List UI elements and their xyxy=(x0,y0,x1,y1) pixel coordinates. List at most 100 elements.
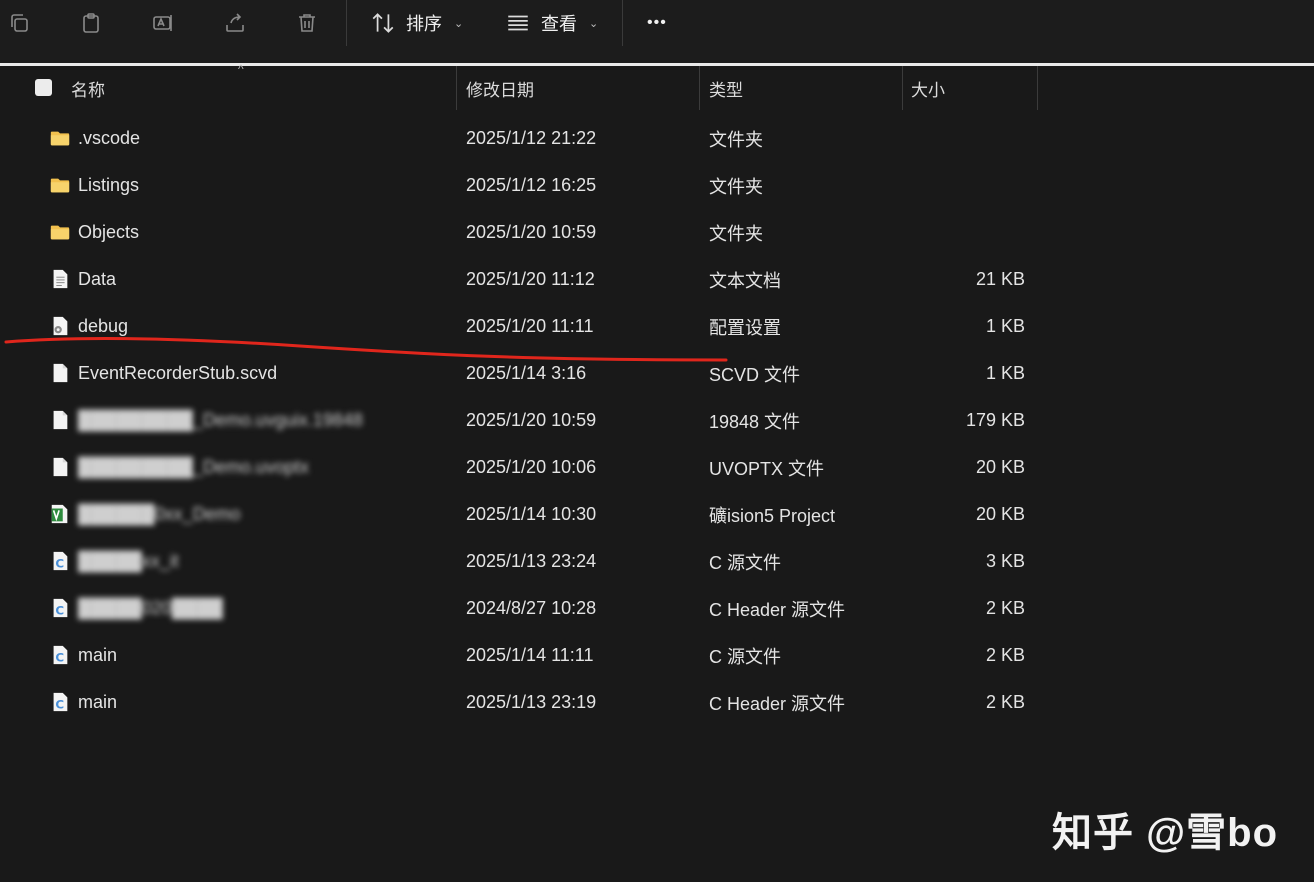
blank-file-icon xyxy=(49,456,71,478)
file-name[interactable]: Listings xyxy=(78,162,139,209)
c-source-icon: C xyxy=(49,644,71,666)
file-name[interactable]: main xyxy=(78,679,117,726)
file-date: 2025/1/20 11:12 xyxy=(466,269,595,289)
file-type: UVOPTX 文件 xyxy=(709,458,825,479)
svg-text:C: C xyxy=(55,603,64,617)
svg-text:C: C xyxy=(55,556,64,570)
file-size: 2 KB xyxy=(985,692,1025,712)
delete-icon[interactable] xyxy=(292,8,322,38)
toolbar-separator xyxy=(346,0,347,46)
file-name[interactable]: █████020████ xyxy=(78,585,223,632)
select-all-checkbox[interactable] xyxy=(35,79,52,96)
command-bar: 排序 ⌄ 查看 ⌄ ••• xyxy=(0,0,1314,64)
file-row[interactable]: █████████_Demo.uvoptx 2025/1/20 10:06 UVOP… xyxy=(0,444,1314,491)
file-row[interactable]: C █████020████ 2024/8/27 10:28 C Header 源文件… xyxy=(0,585,1314,632)
column-divider[interactable] xyxy=(1037,66,1038,110)
file-size: 20 KB xyxy=(975,457,1025,477)
file-type: 礦ision5 Project xyxy=(709,505,836,526)
file-name[interactable]: main xyxy=(78,632,117,679)
c-header-icon: C xyxy=(49,691,71,713)
file-size: 21 KB xyxy=(975,269,1025,289)
copy-icon[interactable] xyxy=(4,8,34,38)
blank-file-icon xyxy=(49,409,71,431)
file-type: 文件夹 xyxy=(709,176,763,197)
file-type: C 源文件 xyxy=(709,646,781,667)
paste-icon[interactable] xyxy=(76,8,106,38)
file-size: 3 KB xyxy=(985,551,1025,571)
red-annotation-line xyxy=(4,337,728,362)
file-row[interactable]: Cmain 2025/1/13 23:19 C Header 源文件 2 KB xyxy=(0,679,1314,726)
column-header-name[interactable]: 名称 xyxy=(71,66,105,110)
file-type: 19848 文件 xyxy=(709,411,801,432)
c-source-icon: C xyxy=(49,550,71,572)
file-size: 1 KB xyxy=(985,363,1025,383)
svg-text:C: C xyxy=(55,650,64,664)
share-icon[interactable] xyxy=(220,8,250,38)
file-type: 文本文档 xyxy=(709,270,781,291)
file-type: C Header 源文件 xyxy=(709,599,846,620)
file-date: 2024/8/27 10:28 xyxy=(466,598,597,618)
file-name[interactable]: █████xx_it xyxy=(78,538,179,585)
file-name[interactable]: ██████0xx_Demo xyxy=(78,491,241,538)
file-date: 2025/1/14 10:30 xyxy=(466,504,597,524)
keil-project-icon xyxy=(49,503,71,525)
folder-icon xyxy=(49,174,71,196)
watermark: 知乎 @雪bo xyxy=(1052,811,1278,855)
file-date: 2025/1/20 10:06 xyxy=(466,457,597,477)
column-divider[interactable] xyxy=(456,66,457,110)
sort-ascending-icon: ^ xyxy=(238,62,244,76)
file-name[interactable]: Data xyxy=(78,256,116,303)
file-size: 20 KB xyxy=(975,504,1025,524)
sort-button[interactable]: 排序 ⌄ xyxy=(370,6,463,40)
file-size: 179 KB xyxy=(965,410,1025,430)
file-row[interactable]: Cmain 2025/1/14 11:11 C 源文件 2 KB xyxy=(0,632,1314,679)
column-header: ^ 名称 修改日期 类型 大小 xyxy=(0,62,1314,110)
file-date: 2025/1/13 23:24 xyxy=(466,551,597,571)
folder-icon xyxy=(49,127,71,149)
svg-text:C: C xyxy=(55,697,64,711)
view-label: 查看 xyxy=(541,14,577,34)
column-header-date[interactable]: 修改日期 xyxy=(466,66,534,110)
text-file-icon xyxy=(49,268,71,290)
sort-label: 排序 xyxy=(406,14,442,34)
chevron-down-icon: ⌄ xyxy=(454,17,464,30)
column-header-type[interactable]: 类型 xyxy=(709,66,743,110)
more-icon: ••• xyxy=(647,14,667,31)
view-button[interactable]: 查看 ⌄ xyxy=(505,6,598,40)
view-icon xyxy=(508,15,528,31)
column-header-size[interactable]: 大小 xyxy=(911,66,945,110)
rename-icon[interactable] xyxy=(148,8,178,38)
column-divider[interactable] xyxy=(699,66,700,110)
file-name[interactable]: .vscode xyxy=(78,115,140,162)
file-type: 文件夹 xyxy=(709,223,763,244)
toolbar-separator xyxy=(622,0,623,46)
folder-icon xyxy=(49,221,71,243)
sort-icon xyxy=(372,13,394,33)
file-row[interactable]: C █████xx_it 2025/1/13 23:24 C 源文件 3 KB xyxy=(0,538,1314,585)
file-type: C 源文件 xyxy=(709,552,781,573)
file-name[interactable]: █████████_Demo.uvguix.19848 xyxy=(78,397,363,444)
chevron-down-icon: ⌄ xyxy=(589,17,599,30)
file-row[interactable]: █████████_Demo.uvguix.19848 2025/1/20 10:… xyxy=(0,397,1314,444)
file-row[interactable]: ██████0xx_Demo 2025/1/14 10:30 礦ision5 Pro… xyxy=(0,491,1314,538)
file-type: C Header 源文件 xyxy=(709,693,846,714)
c-header-icon: C xyxy=(49,597,71,619)
file-date: 2025/1/14 11:11 xyxy=(466,645,594,665)
file-date: 2025/1/12 16:25 xyxy=(466,175,597,195)
file-row[interactable]: Objects 2025/1/20 10:59 文件夹 xyxy=(0,209,1314,256)
file-row[interactable]: .vscode 2025/1/12 21:22 文件夹 xyxy=(0,115,1314,162)
file-size: 2 KB xyxy=(985,598,1025,618)
file-row[interactable]: Listings 2025/1/12 16:25 文件夹 xyxy=(0,162,1314,209)
more-options-button[interactable]: ••• xyxy=(647,6,667,40)
file-date: 2025/1/20 10:59 xyxy=(466,222,597,242)
file-date: 2025/1/12 21:22 xyxy=(466,128,597,148)
file-type: 文件夹 xyxy=(709,129,763,150)
file-date: 2025/1/20 10:59 xyxy=(466,410,597,430)
file-size: 2 KB xyxy=(985,645,1025,665)
file-date: 2025/1/13 23:19 xyxy=(466,692,597,712)
file-name[interactable]: █████████_Demo.uvoptx xyxy=(78,444,309,491)
file-name[interactable]: Objects xyxy=(78,209,139,256)
column-divider[interactable] xyxy=(902,66,903,110)
file-size: 1 KB xyxy=(985,316,1025,336)
file-row[interactable]: Data 2025/1/20 11:12 文本文档 21 KB xyxy=(0,256,1314,303)
